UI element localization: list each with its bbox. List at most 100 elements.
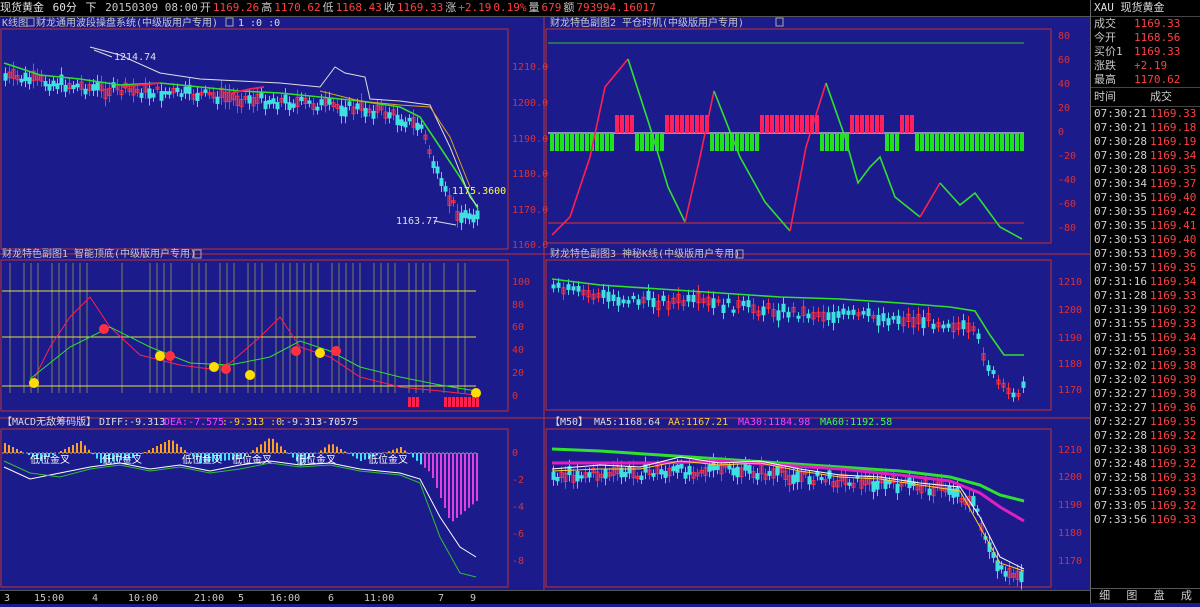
macd-bar [60, 451, 62, 453]
main-lower-line [320, 91, 470, 187]
candle-body [557, 283, 560, 287]
macd-histogram [4, 438, 478, 521]
macd-bar [144, 452, 146, 453]
tick-price: 1169.19 [1150, 135, 1196, 149]
macd-bar [348, 453, 350, 454]
tick-row: 07:31:551169.34 [1091, 331, 1200, 345]
macd-bar [276, 443, 278, 453]
candle-body [372, 111, 375, 118]
candle-body [160, 92, 163, 101]
chart-area[interactable]: K线图 财龙通用波段操盘系统(中级版用户专用) 1 :0 :0 财龙特色副图2 … [0, 17, 1090, 590]
macd-bar [356, 453, 358, 459]
tab-detail[interactable]: 细 [1091, 589, 1118, 603]
macd-diff-label: DIFF:-9.313 [99, 417, 165, 428]
macd-bar [64, 449, 66, 453]
quote-summary: 成交1169.33 今开1168.56 买价11169.33 涨跌+2.19 最… [1091, 17, 1200, 87]
candle-body [72, 85, 75, 88]
sub2-bar [785, 115, 789, 133]
macd-bar [424, 453, 426, 468]
svg-text:1170: 1170 [1058, 385, 1082, 396]
sub2-bar [935, 133, 939, 151]
main-panel-toggle-icon[interactable] [27, 18, 34, 26]
candle-body [888, 481, 891, 484]
svg-text:40: 40 [512, 345, 524, 356]
candle-body [607, 292, 610, 301]
macd-bar [432, 453, 434, 478]
sub2-bar [1005, 133, 1009, 151]
sub2-bar [745, 133, 749, 151]
macd-bar [228, 453, 230, 460]
candle-body [872, 482, 875, 492]
tick-time: 07:32:02 [1094, 373, 1150, 387]
candle-body [276, 103, 279, 109]
candle-body [404, 122, 407, 127]
macd-bar [160, 444, 162, 453]
sub2-oscillator-green-2 [714, 91, 790, 231]
macd-value-3: :-7.575 [316, 417, 358, 428]
sub2-bar [945, 133, 949, 151]
candle-body [48, 85, 51, 91]
candle-body [852, 310, 855, 314]
candle-body [797, 316, 800, 318]
candle-body [420, 125, 423, 128]
sub1-bar [476, 397, 479, 407]
sub2-bar [740, 133, 744, 151]
tick-row: 07:32:021169.38 [1091, 359, 1200, 373]
candle-body [272, 99, 275, 104]
macd-bar [360, 453, 362, 461]
macd-bar [416, 453, 418, 461]
main-panel-param-icon[interactable] [226, 18, 233, 26]
candle-body [956, 488, 959, 496]
sub2-bar [870, 115, 874, 133]
candle-body [662, 296, 665, 300]
sub2-bar [910, 115, 914, 133]
macd-bar [156, 446, 158, 453]
candle-body [637, 300, 640, 305]
tick-time: 07:30:28 [1094, 149, 1150, 163]
bar-datetime: 20150309 08:00 [105, 1, 198, 14]
tick-row: 07:33:561169.33 [1091, 513, 1200, 527]
macd-bar [280, 446, 282, 453]
sub2-bar [770, 115, 774, 133]
tab-chart[interactable]: 图 [1118, 589, 1145, 603]
sub2-panel-toggle-icon[interactable] [776, 18, 783, 26]
candle-body [728, 466, 731, 469]
tick-price: 1169.38 [1150, 387, 1196, 401]
tick-row: 07:30:351169.40 [1091, 191, 1200, 205]
svg-text:1210: 1210 [1058, 277, 1082, 288]
candle-body [20, 79, 23, 82]
candle-body [408, 118, 411, 120]
macd-bar [420, 453, 422, 464]
signal-marker [315, 348, 325, 358]
sub2-bar [990, 133, 994, 151]
sub2-bar [585, 133, 589, 151]
tab-trades[interactable]: 成 [1173, 589, 1200, 603]
open-value: 1169.26 [213, 1, 259, 14]
tick-list[interactable]: 07:30:211169.3307:30:211169.1807:30:2811… [1091, 107, 1200, 527]
macd-bar [96, 453, 98, 459]
macd-bar [452, 453, 454, 521]
candle-body [168, 92, 171, 95]
macd-dea-label: DEA:-7.575 [164, 417, 224, 428]
main-trend-line [4, 63, 478, 209]
macd-bar [476, 453, 478, 501]
macd-bar [324, 447, 326, 453]
candle-body [24, 73, 27, 80]
ma-panel-title: 【M50】 [550, 416, 588, 428]
candle-body [344, 108, 347, 116]
macd-bar [152, 448, 154, 453]
signal-marker [245, 370, 255, 380]
sub2-bar [895, 133, 899, 151]
sub2-bar [1000, 133, 1004, 151]
tick-row: 07:30:211169.33 [1091, 107, 1200, 121]
quote-row: 涨跌+2.19 [1091, 59, 1200, 73]
macd-bar [472, 453, 474, 504]
sub2-bar [920, 133, 924, 151]
sub3-plot-frame [546, 260, 1051, 410]
candle-body [847, 311, 850, 314]
candle-body [468, 214, 471, 219]
tab-book[interactable]: 盘 [1146, 589, 1173, 603]
sub2-bar [830, 133, 834, 151]
sub2-bar [665, 115, 669, 133]
period-label[interactable]: 60分 [53, 1, 77, 14]
